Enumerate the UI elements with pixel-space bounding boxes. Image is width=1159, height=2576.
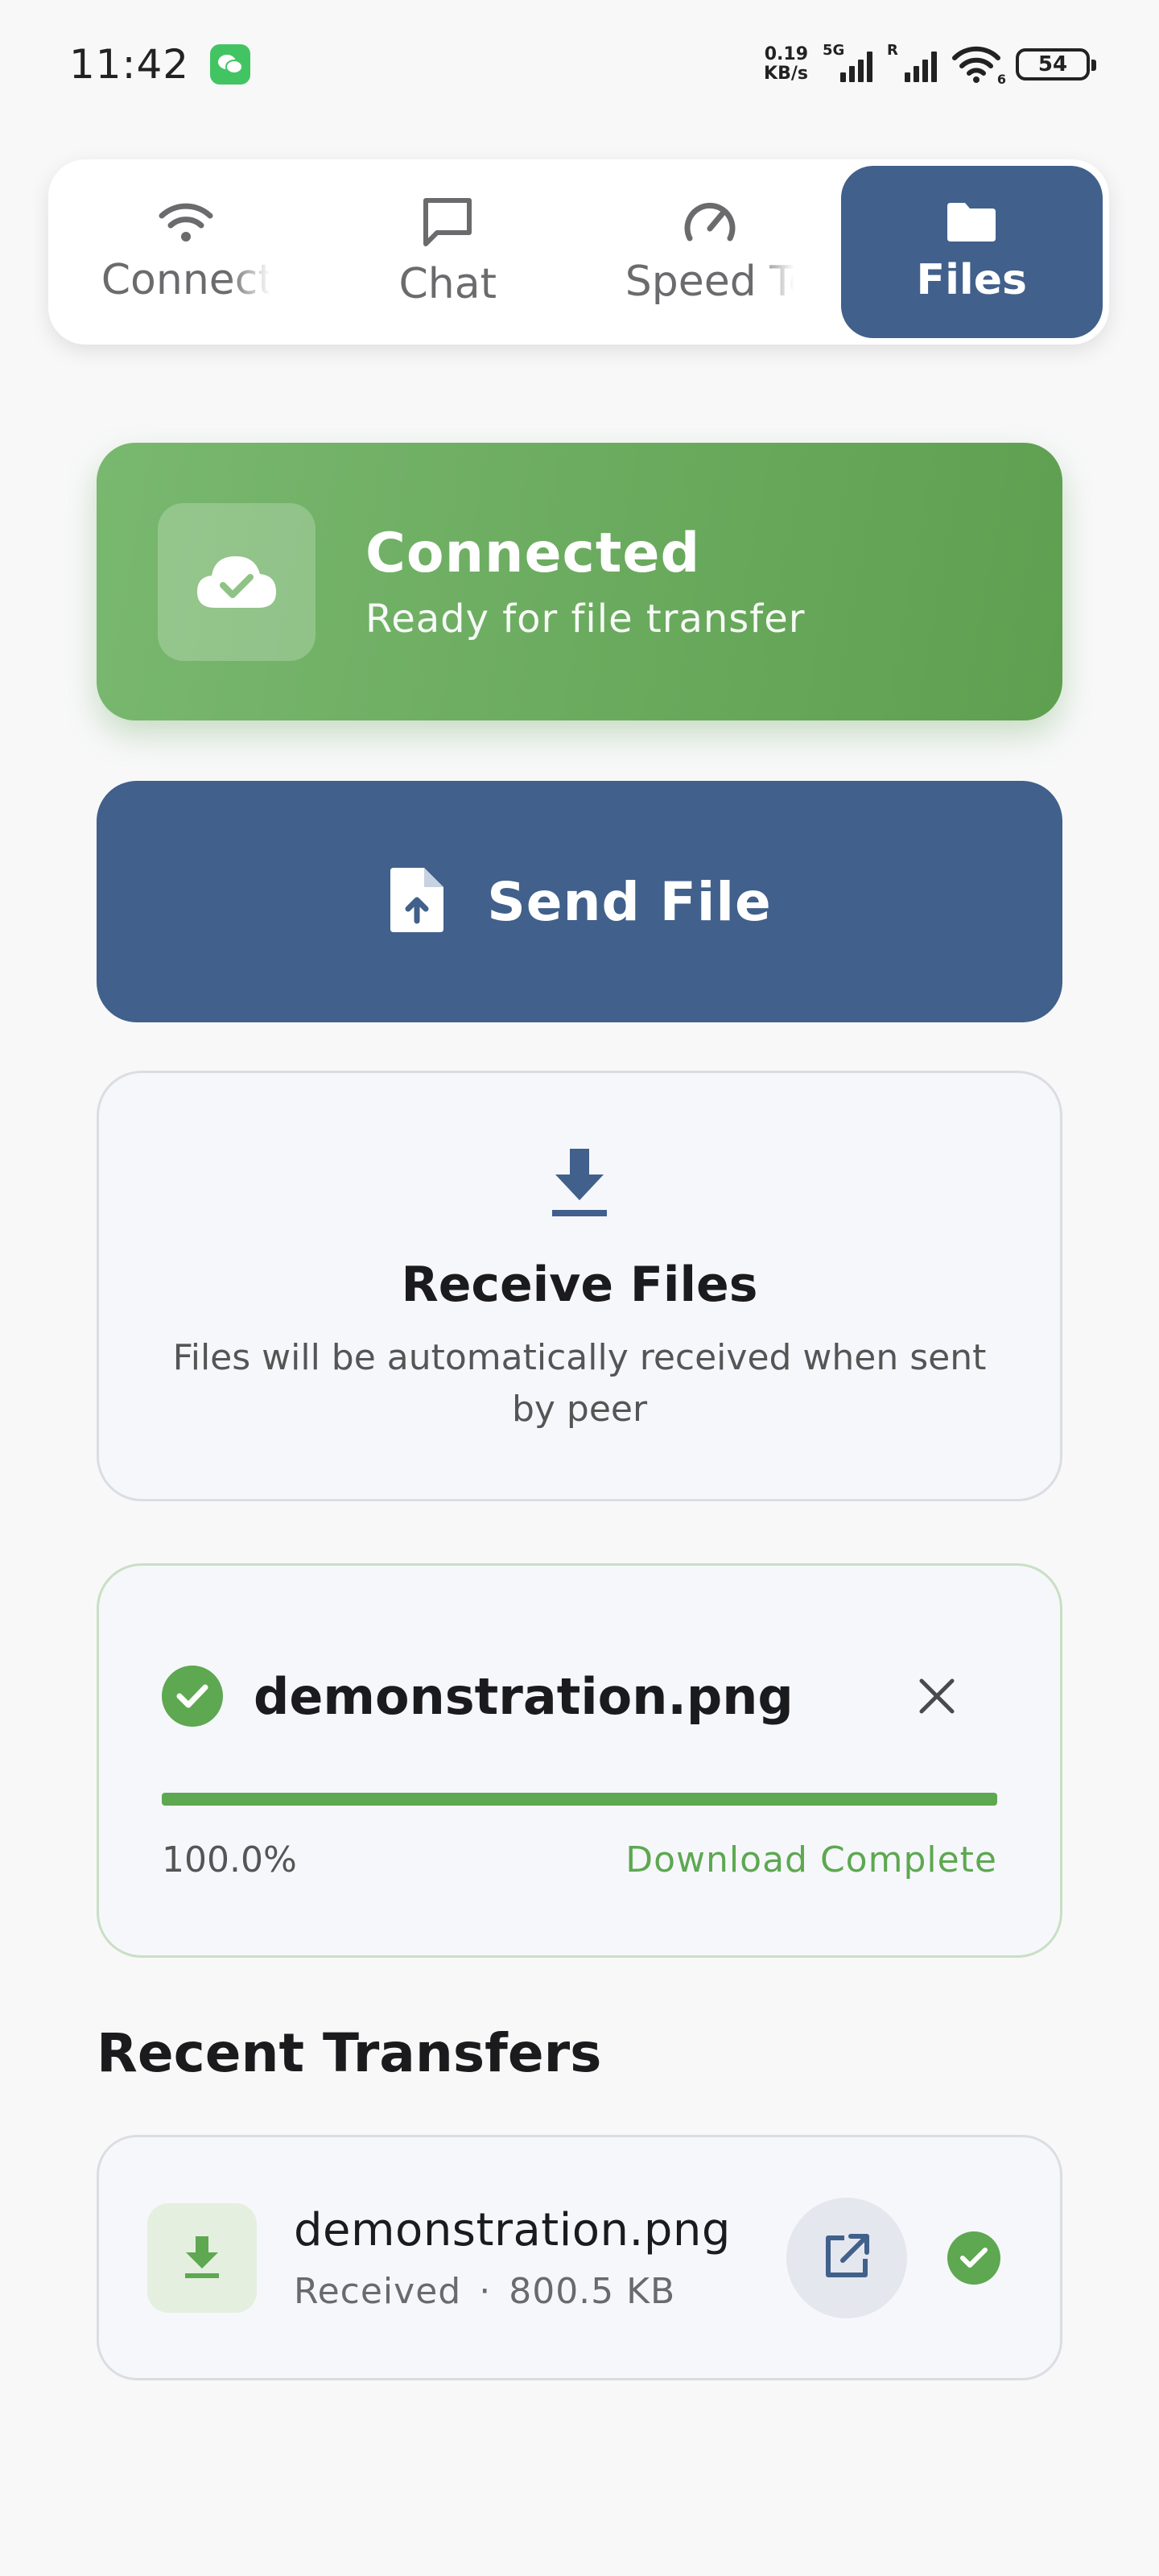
receive-files-card: Receive Files Files will be automaticall… xyxy=(97,1071,1062,1501)
tab-connect-label: Connect xyxy=(101,256,270,304)
file-upload-icon xyxy=(387,865,447,939)
check-circle-icon xyxy=(162,1666,223,1727)
tab-files[interactable]: Files xyxy=(840,166,1103,338)
tab-files-label: Files xyxy=(916,256,1027,304)
download-icon xyxy=(549,1146,610,1221)
cellular-signal-roaming-icon: R xyxy=(887,42,937,82)
tab-connect[interactable]: Connect xyxy=(55,166,317,338)
progress-bar-fill xyxy=(162,1793,997,1806)
receive-files-title: Receive Files xyxy=(401,1257,758,1313)
progress-percent: 100.0% xyxy=(162,1839,297,1880)
wifi-status-icon: 6 xyxy=(951,45,1006,87)
recent-transfer-meta: Received · 800.5 KB xyxy=(294,2270,676,2312)
speedometer-icon xyxy=(682,198,738,250)
recent-transfer-filename: demonstration.png xyxy=(294,2203,731,2256)
progress-bar xyxy=(162,1793,997,1806)
receive-files-description: Files will be automatically received whe… xyxy=(172,1337,987,1430)
transfer-progress-card: demonstration.png 100.0% Download Comple… xyxy=(97,1563,1062,1958)
connection-title: Connected xyxy=(365,522,701,585)
check-circle-icon xyxy=(947,2231,1000,2285)
network-speed: 0.19 KB/s xyxy=(764,44,808,84)
status-bar: 11:42 0.19 KB/s 5G R 6 54 xyxy=(0,0,1159,129)
recent-transfers-heading: Recent Transfers xyxy=(97,2022,602,2084)
connection-status-card: Connected Ready for file transfer xyxy=(97,443,1062,720)
clock: 11:42 xyxy=(69,41,190,88)
send-file-button[interactable]: Send File xyxy=(97,781,1062,1022)
tab-bar: Connect Chat Speed Test xyxy=(48,159,1109,345)
recent-transfer-item[interactable]: demonstration.png Received · 800.5 KB xyxy=(97,2135,1062,2380)
battery-indicator: 54 xyxy=(1016,48,1096,80)
connection-icon-container xyxy=(158,502,316,661)
received-file-icon-container xyxy=(147,2202,257,2313)
close-icon[interactable] xyxy=(909,1668,965,1724)
wechat-notification-icon xyxy=(210,44,251,85)
open-file-button[interactable] xyxy=(786,2197,907,2318)
open-external-icon xyxy=(822,2231,872,2285)
tab-chat[interactable]: Chat xyxy=(317,166,580,338)
chat-icon xyxy=(419,196,476,252)
download-icon xyxy=(182,2233,222,2283)
send-file-label: Send File xyxy=(487,870,772,933)
folder-icon xyxy=(944,200,999,248)
connection-subtitle: Ready for file transfer xyxy=(365,597,806,642)
wifi-icon xyxy=(157,200,215,248)
cloud-check-icon xyxy=(192,548,281,616)
cellular-signal-5g-icon: 5G xyxy=(823,42,872,82)
transfer-filename: demonstration.png xyxy=(254,1666,794,1726)
tab-chat-label: Chat xyxy=(398,260,497,308)
tab-speed-test[interactable]: Speed Test xyxy=(579,166,841,338)
transfer-status: Download Complete xyxy=(625,1839,997,1880)
files-screen: 11:42 0.19 KB/s 5G R 6 54 Connect Chat S… xyxy=(0,0,1159,2576)
tab-speed-test-label: Speed Test xyxy=(625,258,794,306)
